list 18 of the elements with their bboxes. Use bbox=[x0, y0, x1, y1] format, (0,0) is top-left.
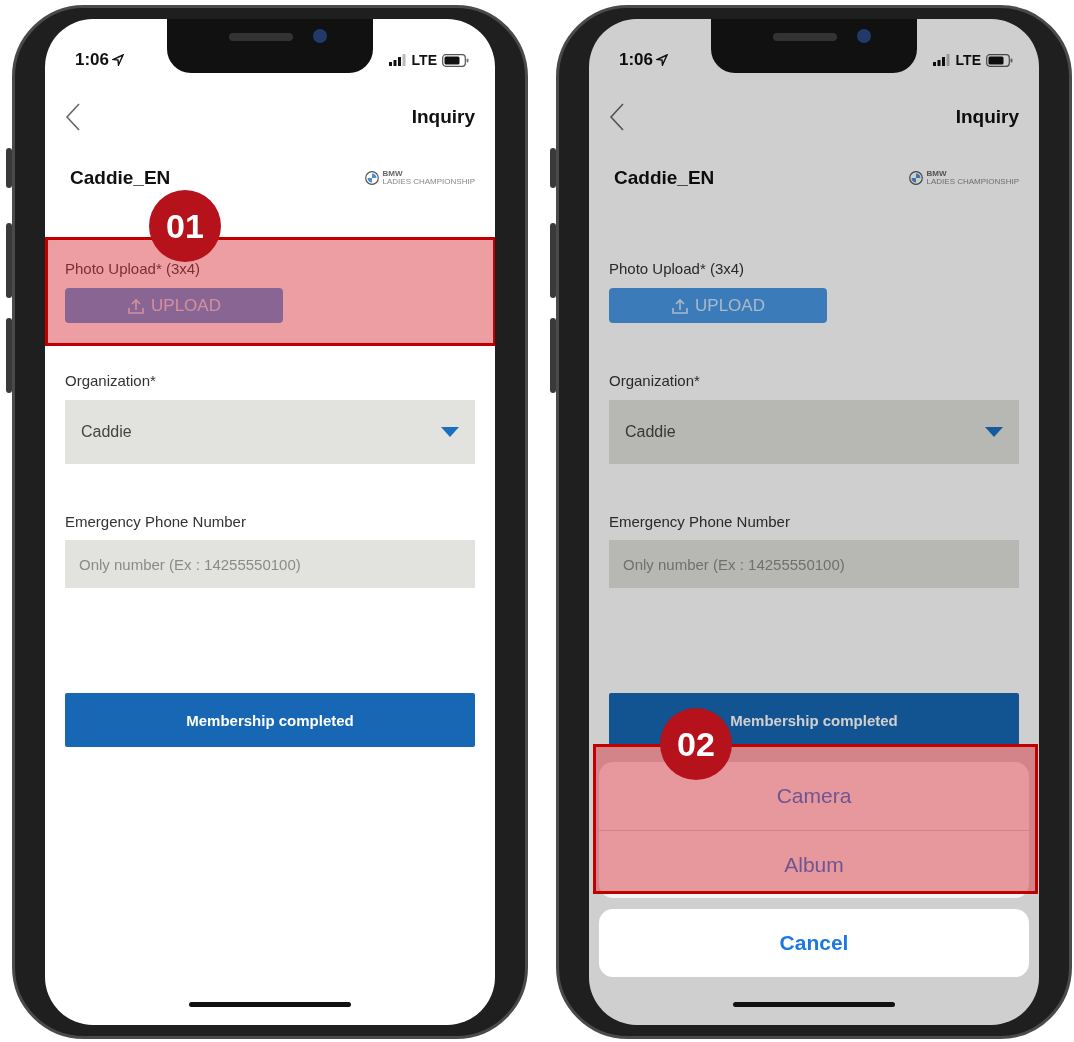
logo-brand: BMW bbox=[382, 170, 404, 178]
photo-upload-label: Photo Upload* (3x4) bbox=[609, 259, 746, 279]
network-label: LTE bbox=[411, 52, 437, 68]
logo-subtitle: LADIES CHAMPIONSHIP bbox=[382, 178, 475, 186]
logo-subtitle: LADIES CHAMPIONSHIP bbox=[926, 178, 1019, 186]
logo-brand: BMW bbox=[926, 170, 948, 178]
step-badge: 01 bbox=[149, 190, 221, 262]
network-label: LTE bbox=[955, 52, 981, 68]
emergency-phone-label: Emergency Phone Number bbox=[65, 512, 247, 532]
photo-upload-label: Photo Upload* (3x4) bbox=[65, 259, 202, 279]
status-time: 1:06 bbox=[619, 50, 669, 70]
step-badge: 02 bbox=[660, 708, 732, 780]
organization-label: Organization* bbox=[609, 371, 701, 391]
organization-label: Organization* bbox=[65, 371, 157, 391]
page-title: Caddie_EN bbox=[70, 167, 171, 189]
status-time: 1:06 bbox=[75, 50, 125, 70]
page-title: Caddie_EN bbox=[614, 167, 715, 189]
emergency-phone-label: Emergency Phone Number bbox=[609, 512, 791, 532]
